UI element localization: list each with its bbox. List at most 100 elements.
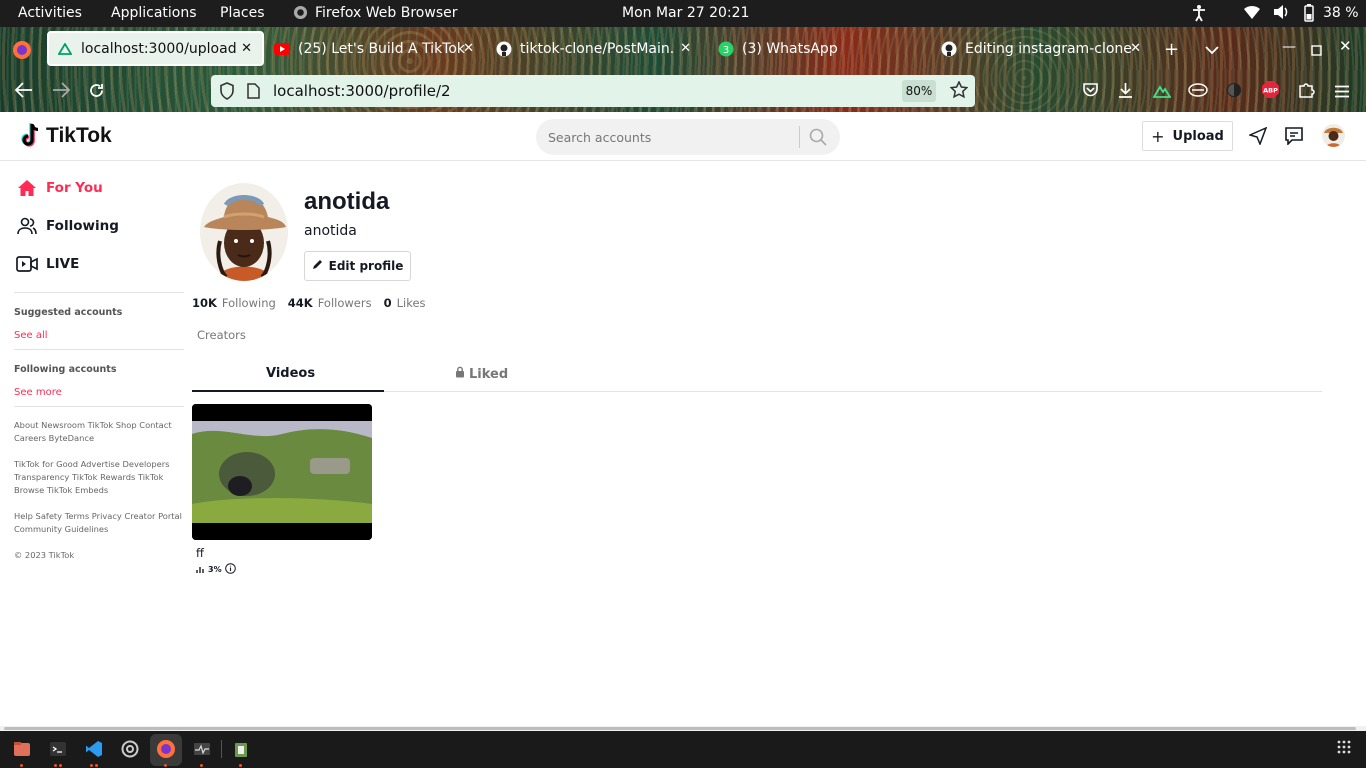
dock-separator	[221, 740, 222, 758]
sidebar-item-live[interactable]: LIVE	[14, 245, 184, 283]
search-input[interactable]	[548, 127, 798, 147]
battery-icon[interactable]	[1301, 4, 1317, 26]
tab-liked[interactable]: Liked	[455, 366, 508, 382]
terminal-icon[interactable]	[48, 739, 68, 759]
likes-label: Likes	[396, 296, 426, 310]
tab-localhost-upload[interactable]: localhost:3000/upload ✕	[47, 31, 264, 66]
followers-label[interactable]: Followers	[318, 296, 372, 310]
tab-close-icon[interactable]: ✕	[680, 41, 691, 56]
users-icon	[14, 217, 40, 235]
tiktok-logo[interactable]: TikTok	[19, 122, 112, 149]
firefox-menu-icon[interactable]	[12, 40, 32, 64]
app-grid-icon[interactable]	[1336, 739, 1356, 759]
upload-button[interactable]: + Upload	[1142, 121, 1233, 151]
tab-youtube[interactable]: (25) Let's Build A TikTok ✕	[274, 31, 484, 66]
places-menu[interactable]: Places	[220, 5, 265, 21]
send-icon[interactable]	[1247, 126, 1268, 149]
running-indicator	[90, 764, 93, 767]
tab-close-icon[interactable]: ✕	[241, 41, 252, 56]
info-icon[interactable]	[224, 563, 236, 576]
maximize-button[interactable]	[1311, 41, 1322, 60]
sidebar-item-label: Following	[46, 218, 119, 234]
bookmark-star-icon[interactable]	[949, 80, 969, 103]
url-text[interactable]: localhost:3000/profile/2	[273, 82, 451, 100]
system-monitor-icon[interactable]	[192, 739, 212, 759]
files-icon[interactable]	[12, 739, 32, 759]
running-indicator	[95, 764, 98, 767]
tab-whatsapp[interactable]: 3 (3) WhatsApp	[718, 31, 838, 66]
search-icon[interactable]	[809, 128, 827, 150]
tab-videos[interactable]: Videos	[266, 366, 315, 381]
likes-count: 0	[383, 296, 392, 310]
followers-count: 44K	[287, 296, 313, 310]
dark-reader-icon[interactable]	[1226, 82, 1242, 102]
hamburger-menu-icon[interactable]	[1334, 83, 1350, 102]
vscode-icon[interactable]	[84, 739, 104, 759]
search-bar	[536, 119, 840, 155]
tab-list-chevron-icon[interactable]	[1205, 40, 1219, 59]
forward-icon[interactable]	[52, 82, 71, 102]
following-accounts-heading: Following accounts	[14, 364, 117, 375]
vue-devtools-icon[interactable]	[1152, 83, 1172, 102]
tab-github-postmain[interactable]: tiktok-clone/PostMain. ✕	[496, 31, 701, 66]
pocket-icon[interactable]	[1082, 82, 1099, 102]
adblock-plus-icon[interactable]: ABP	[1261, 80, 1280, 103]
header-avatar[interactable]	[1322, 124, 1345, 147]
battery-percent[interactable]: 38 %	[1323, 5, 1359, 21]
tab-label: (3) WhatsApp	[742, 40, 838, 57]
edit-profile-label: Edit profile	[328, 259, 404, 273]
github-icon	[496, 41, 512, 57]
divider	[14, 349, 184, 350]
footer-links[interactable]: TikTok for Good Advertise Developers Tra…	[14, 458, 184, 497]
system-top-bar: Activities Applications Places Firefox W…	[0, 0, 1366, 27]
extension-icon[interactable]	[1188, 82, 1208, 102]
applications-menu[interactable]: Applications	[111, 5, 197, 21]
activities-button[interactable]: Activities	[18, 5, 82, 21]
accessibility-icon[interactable]	[1191, 4, 1207, 26]
wifi-icon[interactable]	[1243, 4, 1261, 24]
trash-icon[interactable]	[231, 739, 251, 759]
edit-profile-button[interactable]: Edit profile	[304, 251, 411, 281]
close-window-button[interactable]: ✕	[1339, 37, 1352, 55]
upload-label: Upload	[1172, 128, 1224, 144]
sidebar-item-following[interactable]: Following	[14, 207, 184, 245]
sidebar: For You Following LIVE Suggested account…	[14, 161, 184, 562]
copyright: © 2023 TikTok	[14, 550, 75, 560]
firefox-icon[interactable]	[156, 739, 176, 759]
divider	[14, 406, 184, 407]
volume-icon[interactable]	[1272, 4, 1290, 24]
shield-icon[interactable]	[219, 82, 235, 104]
downloads-icon[interactable]	[1117, 82, 1134, 103]
profile-username: anotida	[304, 188, 390, 215]
zoom-level[interactable]: 80%	[902, 80, 936, 102]
svg-text:ABP: ABP	[1263, 87, 1278, 95]
video-thumbnail[interactable]	[192, 404, 372, 540]
tab-close-icon[interactable]: ✕	[1130, 41, 1141, 56]
extensions-puzzle-icon[interactable]	[1298, 81, 1315, 102]
active-app-name[interactable]: Firefox Web Browser	[315, 5, 458, 21]
url-bar[interactable]: localhost:3000/profile/2 80%	[211, 75, 975, 107]
footer-links[interactable]: About Newsroom TikTok Shop Contact Caree…	[14, 419, 184, 445]
nuxt-icon	[57, 41, 73, 57]
tab-github-instagram[interactable]: Editing instagram-clone ✕	[941, 31, 1151, 66]
lock-icon	[455, 366, 465, 382]
sidebar-item-label: LIVE	[46, 256, 80, 272]
browser-chrome: localhost:3000/upload ✕ (25) Let's Build…	[0, 27, 1366, 112]
reload-icon[interactable]	[88, 82, 105, 103]
inbox-icon[interactable]	[1285, 127, 1303, 149]
clock[interactable]: Mon Mar 27 20:21	[622, 5, 749, 21]
tab-close-icon[interactable]: ✕	[463, 41, 474, 56]
back-icon[interactable]	[14, 82, 33, 102]
minimize-button[interactable]: —	[1282, 39, 1296, 55]
site-header: TikTok + Upload	[0, 112, 1366, 161]
see-more-link[interactable]: See more	[14, 387, 184, 398]
following-label[interactable]: Following	[222, 296, 276, 310]
page-icon[interactable]	[247, 83, 260, 103]
divider	[14, 292, 184, 293]
footer-links[interactable]: Help Safety Terms Privacy Creator Portal…	[14, 510, 184, 536]
settings-gear-icon[interactable]	[120, 739, 140, 759]
scrollbar-thumb[interactable]	[4, 727, 1356, 730]
sidebar-item-for-you[interactable]: For You	[14, 169, 184, 207]
new-tab-button[interactable]: +	[1164, 39, 1179, 60]
see-all-link[interactable]: See all	[14, 330, 184, 341]
